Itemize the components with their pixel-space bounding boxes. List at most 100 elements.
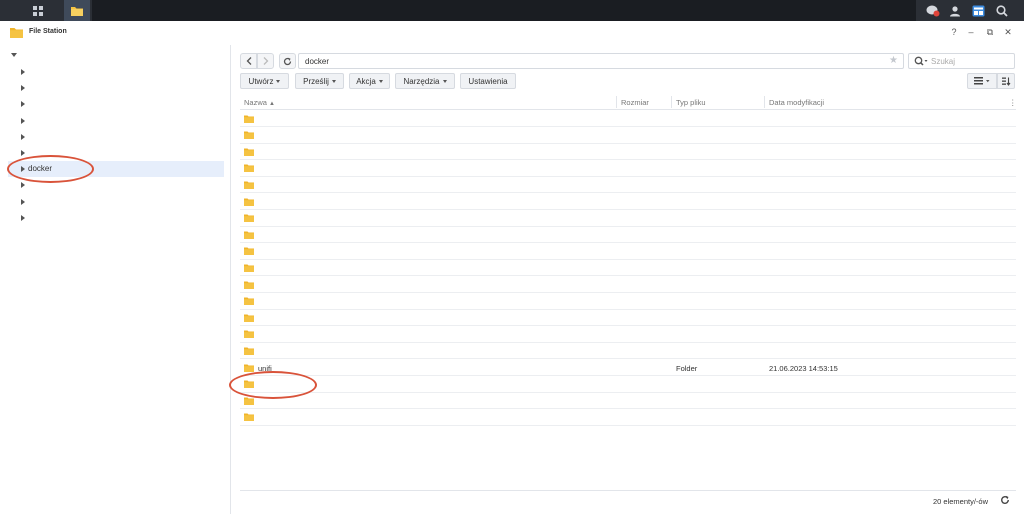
column-divider[interactable] <box>616 96 617 108</box>
expand-arrow-icon[interactable] <box>21 69 25 75</box>
folder-icon <box>244 364 254 372</box>
user-button[interactable] <box>944 0 966 21</box>
folder-icon <box>244 264 254 272</box>
folder-icon <box>244 247 254 256</box>
caret-down-icon <box>276 79 281 83</box>
sort-icon <box>1001 77 1010 86</box>
table-row[interactable] <box>240 243 1016 260</box>
close-button[interactable]: ✕ <box>1001 27 1015 38</box>
chat-icon <box>926 5 940 17</box>
user-icon <box>950 5 960 16</box>
folder-icon <box>244 214 254 223</box>
table-row[interactable] <box>240 127 1016 144</box>
table-row[interactable] <box>240 310 1016 327</box>
upload-button[interactable]: Prześlij <box>295 73 344 89</box>
create-button[interactable]: Utwórz <box>240 73 289 89</box>
folder-icon <box>244 148 254 156</box>
highlight-oval-docker <box>7 155 94 183</box>
table-row[interactable] <box>240 277 1016 294</box>
view-mode-button[interactable] <box>967 73 997 89</box>
file-station-icon <box>71 6 83 16</box>
column-type-header[interactable]: Typ pliku <box>676 98 706 107</box>
table-row[interactable] <box>240 393 1016 410</box>
main-menu-button[interactable] <box>25 0 51 21</box>
tree-item[interactable] <box>8 96 224 112</box>
folder-icon <box>244 281 254 289</box>
restore-button[interactable]: ⧉ <box>983 27 997 38</box>
refresh-icon <box>283 57 292 65</box>
column-name-header[interactable]: Nazwa ▲ <box>244 98 275 107</box>
taskbar-search-button[interactable] <box>990 0 1014 21</box>
folder-icon <box>244 231 254 239</box>
back-button[interactable] <box>240 53 257 69</box>
expand-arrow-icon[interactable] <box>21 133 25 140</box>
help-button[interactable]: ? <box>947 27 961 38</box>
tree-item[interactable] <box>8 210 224 226</box>
sort-button[interactable] <box>997 73 1015 89</box>
tree-item[interactable] <box>8 129 224 145</box>
column-modified-header[interactable]: Data modyfikacji <box>769 98 824 107</box>
column-divider[interactable] <box>671 96 672 108</box>
table-row[interactable] <box>240 376 1016 393</box>
folder-icon <box>244 164 254 173</box>
folder-icon <box>244 397 254 405</box>
table-row[interactable] <box>240 177 1016 194</box>
table-row[interactable] <box>240 326 1016 343</box>
path-bar[interactable]: docker ★ <box>298 53 904 69</box>
table-row[interactable]: unifi Folder 21.06.2023 14:53:15 <box>240 360 1016 377</box>
table-row[interactable] <box>240 409 1016 426</box>
forward-button[interactable] <box>257 53 274 69</box>
expand-arrow-icon[interactable] <box>21 150 25 156</box>
tree-item[interactable] <box>8 80 224 96</box>
tree-item[interactable] <box>8 194 224 210</box>
expand-arrow-icon[interactable] <box>21 101 25 108</box>
create-label: Utwórz <box>248 76 274 86</box>
column-divider[interactable] <box>764 96 765 108</box>
refresh-icon[interactable] <box>1000 495 1010 505</box>
expand-arrow-icon[interactable] <box>21 85 25 92</box>
table-row[interactable] <box>240 160 1016 177</box>
folder-icon <box>244 347 254 355</box>
file-station-taskbar-button[interactable] <box>64 0 90 21</box>
taskbar <box>0 0 1024 21</box>
table-row[interactable] <box>240 343 1016 360</box>
tools-button[interactable]: Narzędzia <box>395 73 455 89</box>
tools-label: Narzędzia <box>403 76 440 86</box>
table-row[interactable] <box>240 260 1016 277</box>
column-size-header[interactable]: Rozmiar <box>621 98 649 107</box>
folder-icon <box>244 131 254 140</box>
table-row[interactable] <box>240 194 1016 211</box>
upload-label: Prześlij <box>303 76 329 86</box>
current-path: docker <box>305 57 330 66</box>
settings-button[interactable]: Ustawienia <box>460 73 516 89</box>
tree-item[interactable] <box>8 113 224 129</box>
folder-icon <box>244 314 254 322</box>
refresh-button[interactable] <box>279 53 296 69</box>
table-row[interactable] <box>240 111 1016 128</box>
caret-down-icon <box>442 79 447 83</box>
tree-item[interactable] <box>8 64 224 80</box>
action-button[interactable]: Akcja <box>349 73 390 89</box>
minimize-button[interactable]: – <box>964 27 978 38</box>
expand-arrow-icon[interactable] <box>21 198 25 205</box>
widgets-button[interactable] <box>966 0 990 21</box>
table-row[interactable] <box>240 227 1016 244</box>
table-row[interactable] <box>240 144 1016 161</box>
search-dropdown-icon[interactable] <box>914 56 928 67</box>
expand-arrow-icon[interactable] <box>21 214 25 221</box>
search-placeholder: Szukaj <box>931 57 956 66</box>
file-table-header: Nazwa ▲ Rozmiar Typ pliku Data modyfikac… <box>240 94 1017 110</box>
expand-arrow-icon[interactable] <box>21 117 25 124</box>
action-label: Akcja <box>356 76 376 86</box>
list-view-icon <box>974 77 990 85</box>
table-row[interactable] <box>240 293 1016 310</box>
widget-icon <box>972 5 984 16</box>
favorite-star-icon[interactable]: ★ <box>889 55 898 66</box>
column-options-icon[interactable]: ⋮ <box>1009 98 1017 107</box>
expand-arrow-icon[interactable] <box>21 182 25 189</box>
search-input[interactable]: Szukaj <box>908 53 1015 69</box>
chat-button[interactable] <box>922 0 944 21</box>
table-row[interactable] <box>240 210 1016 227</box>
window-title: File Station <box>29 28 67 35</box>
tree-root-expand-icon[interactable] <box>11 53 17 57</box>
